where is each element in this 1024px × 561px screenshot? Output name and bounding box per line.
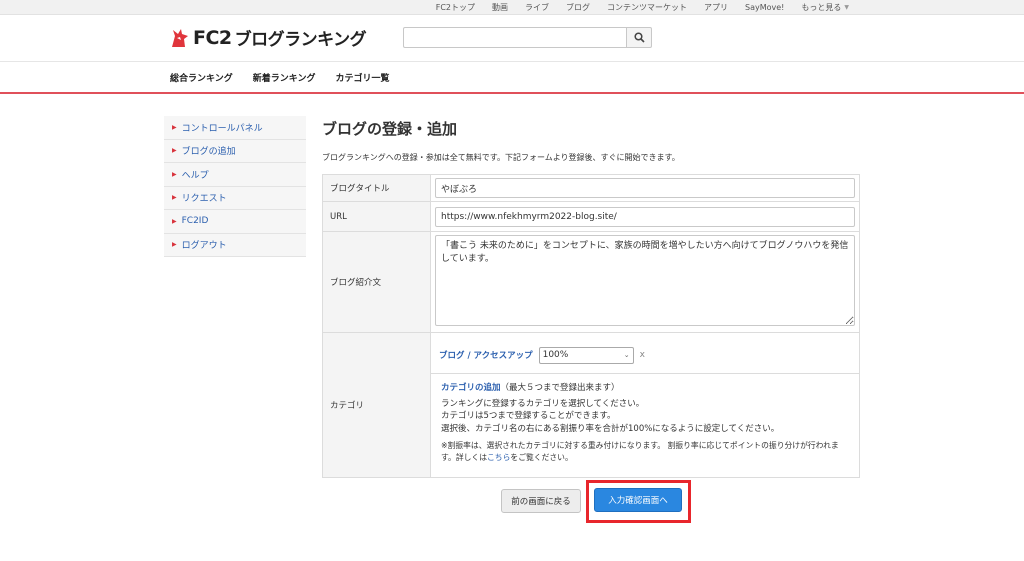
- site-logo[interactable]: FC2 ブログランキング: [170, 25, 367, 50]
- chevron-down-icon: ⌄: [623, 351, 630, 360]
- triangle-right-icon: ▶: [172, 194, 177, 202]
- blog-intro-textarea[interactable]: 「書こう 未来のために」をコンセプトに、家族の時間を増やしたい方へ向けてブログノ…: [435, 235, 855, 326]
- triangle-right-icon: ▶: [172, 147, 177, 155]
- category-help: カテゴリの追加（最大５つまで登録出来ます） ランキングに登録するカテゴリを選択し…: [431, 374, 859, 473]
- top-utility-bar: FC2トップ 動画 ライブ ブログ コンテンツマーケット アプリ SayMove…: [0, 0, 1024, 15]
- main-content: ブログの登録・追加 ブログランキングへの登録・参加は全て無料です。下記フォームよ…: [322, 116, 862, 478]
- category-help-line3: 選択後、カテゴリ名の右にある割振り率を合計が100%になるように設定してください…: [441, 423, 780, 434]
- url-label: URL: [322, 201, 431, 232]
- main-nav: 総合ランキング 新着ランキング カテゴリ一覧: [0, 61, 1024, 94]
- unicorn-logo-icon: [172, 28, 188, 47]
- category-remove-button[interactable]: x: [640, 350, 645, 360]
- page-title: ブログの登録・追加: [322, 120, 458, 138]
- sidebar-item-label: ヘルプ: [181, 170, 209, 181]
- triangle-right-icon: ▶: [172, 123, 177, 131]
- ratio-note-link[interactable]: こちら: [487, 453, 510, 462]
- nav-category-list[interactable]: カテゴリ一覧: [335, 71, 389, 84]
- back-button[interactable]: 前の画面に戻る: [501, 489, 581, 513]
- sidebar-item-label: ブログの追加: [181, 147, 236, 158]
- category-cell: ブログ / アクセスアップ 100% ⌄ x カテゴリの追加（最大５つまで登録出…: [430, 332, 860, 478]
- top-nav: FC2トップ 動画 ライブ ブログ コンテンツマーケット アプリ SayMove…: [436, 0, 849, 15]
- search-box: [403, 27, 652, 48]
- sidebar-item-logout[interactable]: ▶ ログアウト: [164, 233, 306, 257]
- ratio-note-text2: をご覧ください。: [510, 453, 573, 463]
- logo-ranking-text: ブログランキング: [234, 30, 367, 50]
- url-input[interactable]: [435, 206, 855, 227]
- site-header: FC2 ブログランキング: [0, 16, 1024, 60]
- triangle-right-icon: ▶: [172, 170, 177, 178]
- topnav-saymove[interactable]: SayMove!: [745, 3, 784, 12]
- confirm-button[interactable]: 入力確認画面へ: [594, 488, 682, 512]
- topnav-more[interactable]: もっと見る ▼: [801, 2, 849, 13]
- topnav-app[interactable]: アプリ: [704, 2, 728, 13]
- blog-title-cell: [430, 174, 860, 202]
- topnav-contents-market[interactable]: コンテンツマーケット: [607, 2, 687, 13]
- triangle-right-icon: ▶: [172, 217, 177, 225]
- search-button[interactable]: [626, 27, 652, 48]
- nav-overall-ranking[interactable]: 総合ランキング: [170, 71, 233, 84]
- page-description: ブログランキングへの登録・参加は全て無料です。下記フォームより登録後、すぐに開始…: [322, 153, 680, 162]
- sidebar-item-add-blog[interactable]: ▶ ブログの追加: [164, 139, 306, 163]
- search-icon: [633, 32, 645, 43]
- url-cell: [430, 201, 860, 232]
- blog-intro-label: ブログ紹介文: [322, 231, 431, 333]
- topnav-more-label: もっと見る: [801, 3, 842, 12]
- category-help-line2: カテゴリは5つまで登録することができます。: [441, 411, 616, 422]
- topnav-video[interactable]: 動画: [492, 2, 508, 13]
- sidebar-item-control-panel[interactable]: ▶ コントロールパネル: [164, 116, 306, 140]
- sidebar-item-label: ログアウト: [181, 241, 227, 252]
- highlight-box: 入力確認画面へ: [586, 480, 691, 523]
- sidebar: ▶ コントロールパネル ▶ ブログの追加 ▶ ヘルプ ▶ リクエスト ▶ FC2…: [164, 116, 306, 257]
- registration-form: ブログタイトル URL ブログ紹介文 「書こう 未来のために」をコンセプトに、家…: [322, 174, 860, 478]
- category-ratio-select[interactable]: 100% ⌄: [538, 346, 634, 364]
- blog-title-input[interactable]: [435, 178, 855, 198]
- add-category-link[interactable]: カテゴリの追加: [441, 383, 501, 393]
- category-name-link[interactable]: ブログ / アクセスアップ: [439, 349, 533, 361]
- add-category-note: （最大５つまで登録出来ます）: [500, 382, 620, 393]
- blog-title-label: ブログタイトル: [322, 174, 431, 202]
- sidebar-item-label: リクエスト: [181, 194, 227, 205]
- blog-intro-cell: 「書こう 未来のために」をコンセプトに、家族の時間を増やしたい方へ向けてブログノ…: [430, 231, 860, 333]
- logo-fc2-text: FC2: [193, 26, 232, 49]
- sidebar-item-help[interactable]: ▶ ヘルプ: [164, 163, 306, 187]
- search-input[interactable]: [403, 27, 626, 48]
- triangle-right-icon: ▶: [172, 241, 177, 249]
- category-ratio-value: 100%: [542, 350, 569, 361]
- sidebar-item-label: FC2ID: [181, 216, 209, 227]
- category-help-line1: ランキングに登録するカテゴリを選択してください。: [441, 398, 645, 409]
- sidebar-item-request[interactable]: ▶ リクエスト: [164, 186, 306, 210]
- sidebar-item-fc2id[interactable]: ▶ FC2ID: [164, 210, 306, 234]
- topnav-fc2-top[interactable]: FC2トップ: [436, 2, 475, 13]
- category-label: カテゴリ: [322, 332, 431, 478]
- chevron-down-icon: ▼: [844, 4, 849, 11]
- nav-new-ranking[interactable]: 新着ランキング: [253, 71, 316, 84]
- topnav-live[interactable]: ライブ: [525, 2, 549, 13]
- sidebar-item-label: コントロールパネル: [181, 123, 263, 134]
- category-row: ブログ / アクセスアップ 100% ⌄ x: [431, 338, 859, 374]
- ratio-note: ※割振率は、選択されたカテゴリに対する重み付けになります。 割振り率に応じてポイ…: [441, 440, 851, 464]
- topnav-blog[interactable]: ブログ: [566, 2, 590, 13]
- add-category-line: カテゴリの追加（最大５つまで登録出来ます）: [441, 381, 851, 393]
